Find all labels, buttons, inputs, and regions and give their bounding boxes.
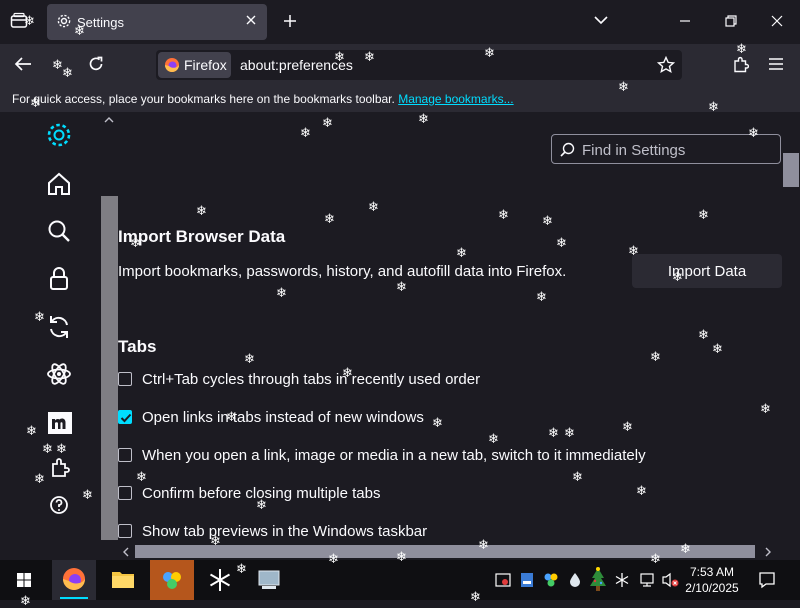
manage-bookmarks-link[interactable]: Manage bookmarks... [398, 92, 513, 106]
tray-snowflake-icon[interactable] [614, 572, 630, 588]
option-label[interactable]: Confirm before closing multiple tabs [142, 485, 380, 502]
network-icon[interactable] [639, 572, 655, 588]
tray-icon-3[interactable] [543, 572, 559, 588]
lock-icon [44, 264, 74, 294]
scroll-left-icon[interactable] [122, 547, 130, 557]
minimize-icon[interactable] [678, 14, 692, 28]
tabs-heading: Tabs [118, 337, 157, 356]
horizontal-scrollbar-thumb[interactable] [135, 545, 755, 558]
taskbar-clock[interactable]: 7:53 AM 2/10/2025 [680, 564, 744, 596]
tray-icon-2[interactable] [519, 572, 535, 588]
atom-icon [44, 359, 74, 389]
identity-label: Firefox [184, 57, 227, 73]
option-label[interactable]: Show tab previews in the Windows taskbar [142, 523, 427, 540]
taskbar-file-explorer[interactable] [101, 560, 145, 600]
windows-logo-icon [17, 573, 31, 587]
app-icon [163, 572, 181, 589]
restore-icon[interactable] [724, 14, 738, 28]
firefox-view-icon[interactable] [10, 12, 28, 30]
taskbar-firefox[interactable] [52, 560, 96, 600]
extensions-icon [44, 452, 74, 482]
firefox-logo-icon [60, 568, 88, 599]
help-icon [44, 490, 74, 520]
mozilla-m-icon [44, 408, 74, 438]
category-privacy[interactable] [44, 264, 74, 294]
snowflake-icon [209, 569, 231, 591]
window-close-icon[interactable] [770, 14, 784, 28]
gear-icon [56, 13, 72, 29]
checkbox-confirm-close[interactable] [118, 486, 132, 500]
sync-icon [44, 312, 74, 342]
folder-icon [112, 572, 134, 588]
tab-settings[interactable]: Settings [47, 4, 267, 40]
option-label[interactable]: Open links in tabs instead of new window… [142, 409, 424, 426]
category-home[interactable] [44, 169, 74, 199]
back-arrow-icon[interactable] [14, 56, 32, 72]
category-sync[interactable] [44, 312, 74, 342]
tab-title: Settings [77, 15, 124, 30]
checkbox-ctrl-tab[interactable] [118, 372, 132, 386]
tray-icon-1[interactable] [495, 572, 511, 588]
list-all-tabs-icon[interactable] [594, 15, 608, 25]
sidebar-scroll-up-icon[interactable] [104, 116, 114, 124]
notifications-icon[interactable] [758, 571, 776, 589]
import-heading: Import Browser Data [118, 227, 286, 246]
category-extensions[interactable] [44, 452, 74, 482]
category-more-from-mozilla[interactable] [44, 408, 74, 438]
category-general[interactable] [44, 120, 74, 150]
bookmarks-hint-text: For quick access, place your bookmarks h… [12, 92, 395, 106]
import-description: Import bookmarks, passwords, history, an… [118, 263, 567, 280]
taskbar-app-colorful[interactable] [150, 560, 194, 600]
monitor-icon [258, 570, 280, 589]
taskbar-snowflake-app[interactable] [198, 560, 242, 600]
content-scrollbar-thumb[interactable] [783, 153, 799, 187]
start-button[interactable] [2, 560, 46, 600]
menu-icon[interactable] [768, 57, 784, 71]
search-icon [44, 216, 74, 246]
extensions-icon[interactable] [732, 55, 750, 73]
checkbox-tab-previews[interactable] [118, 524, 132, 538]
sidebar-scrollbar[interactable] [101, 196, 118, 540]
clock-time: 7:53 AM [689, 565, 735, 579]
checkmark-icon [120, 413, 132, 423]
url-bar[interactable] [156, 50, 682, 80]
scroll-right-icon[interactable] [764, 547, 772, 557]
url-text[interactable]: about:preferences [240, 57, 353, 73]
checkbox-open-links-in-tabs[interactable] [118, 410, 132, 424]
droplet-icon[interactable] [567, 572, 583, 588]
home-icon [44, 169, 74, 199]
find-in-settings[interactable] [551, 134, 781, 164]
taskbar-network-app[interactable] [247, 560, 291, 600]
identity-box[interactable]: Firefox [158, 52, 231, 78]
import-data-button[interactable]: Import Data [632, 254, 782, 288]
search-icon [560, 142, 575, 157]
clock-date: 2/10/2025 [685, 581, 739, 595]
close-tab-icon[interactable] [245, 14, 257, 26]
option-label[interactable]: When you open a link, image or media in … [142, 447, 646, 464]
bookmark-star-icon[interactable] [657, 56, 675, 74]
new-tab-icon[interactable] [282, 13, 298, 29]
volume-muted-icon[interactable] [661, 572, 679, 588]
category-support[interactable] [44, 490, 74, 520]
reload-icon[interactable] [87, 55, 105, 73]
option-label[interactable]: Ctrl+Tab cycles through tabs in recently… [142, 371, 480, 388]
checkbox-switch-to-new-tab[interactable] [118, 448, 132, 462]
christmas-tree-icon [588, 566, 608, 596]
category-labs[interactable] [44, 359, 74, 389]
category-search[interactable] [44, 216, 74, 246]
find-in-settings-input[interactable] [580, 140, 779, 160]
bookmarks-toolbar-hint: For quick access, place your bookmarks h… [12, 92, 514, 106]
firefox-logo-icon [164, 57, 180, 73]
gear-icon [44, 120, 74, 150]
